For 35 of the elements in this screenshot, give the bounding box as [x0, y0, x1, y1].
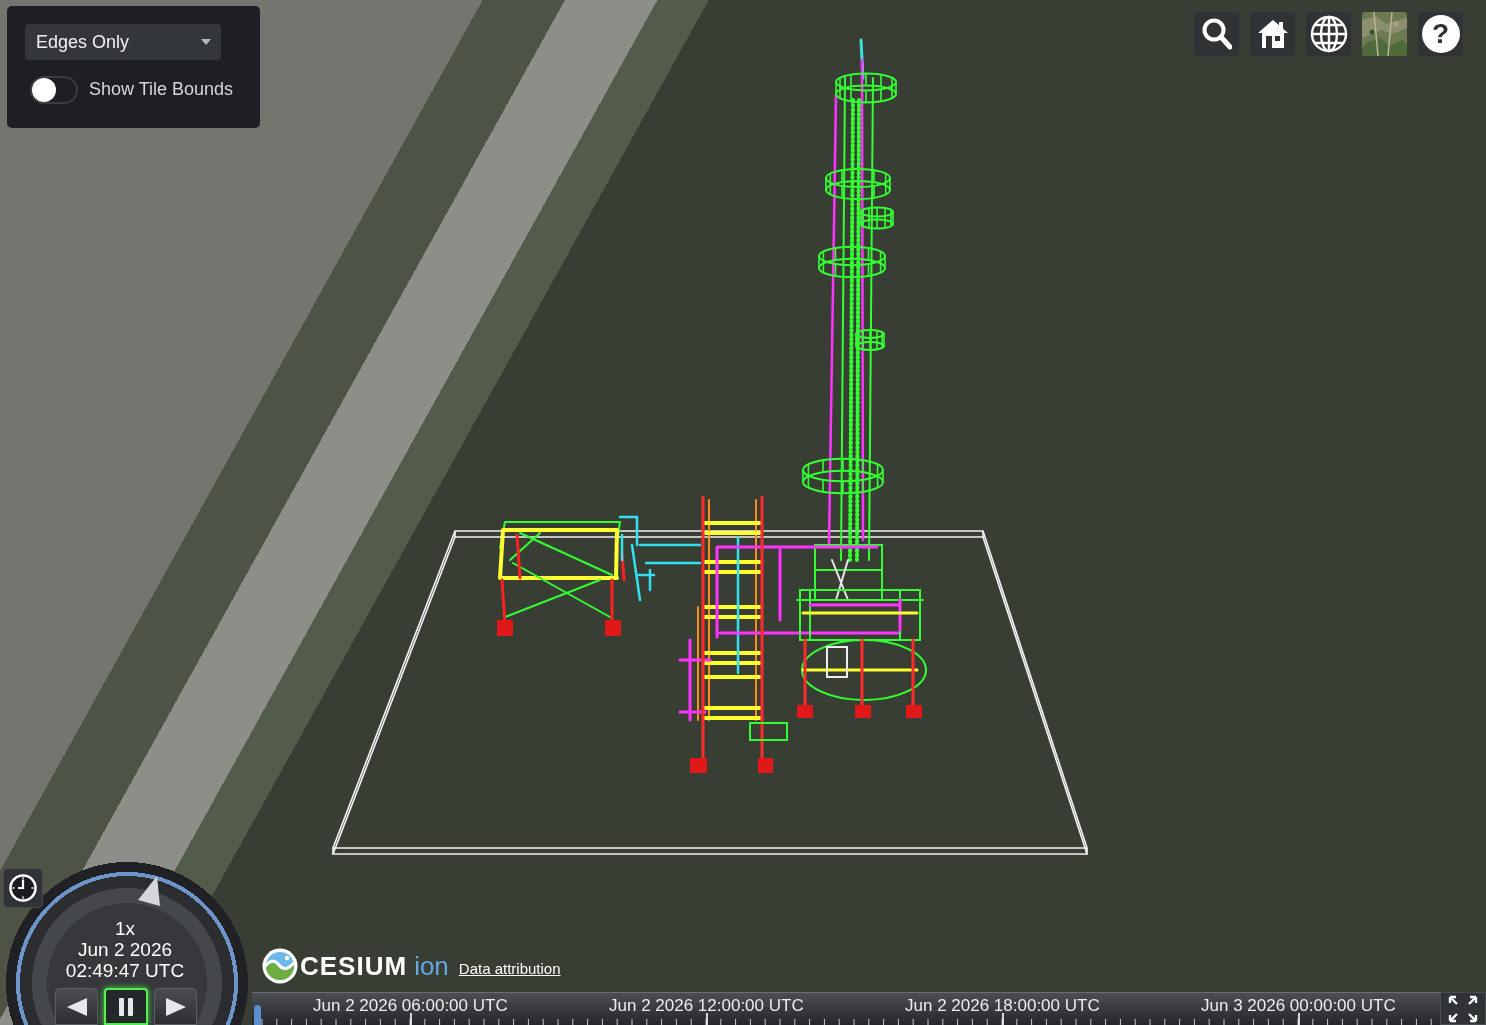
reverse-play-icon: [65, 996, 88, 1017]
logo-text: CESIUM: [300, 951, 408, 981]
logo-icon: [262, 948, 298, 984]
data-attribution-link[interactable]: Data attribution: [458, 960, 561, 978]
logo-suffix-text: ion: [414, 951, 449, 981]
play-icon: [164, 996, 187, 1017]
search-button[interactable]: [1194, 12, 1239, 56]
timeline-label: Jun 2 2026 18:00:00 UTC: [905, 997, 1100, 1015]
fullscreen-icon: [1448, 994, 1478, 1023]
speed-label: 1x: [114, 918, 136, 939]
clock-icon: [9, 874, 37, 902]
reverse-button[interactable]: [55, 988, 98, 1025]
globe-icon: [1309, 15, 1348, 53]
timeline-bar[interactable]: Jun 2 2026 06:00:00 UTC Jun 2 2026 12:00:00 UTC Jun 2 2026 18:00:00 UTC Jun 3 2026 00:00:00 UTC: [252, 992, 1440, 1025]
fullscreen-button[interactable]: [1440, 992, 1486, 1025]
caret-icon: [201, 39, 211, 45]
toggle-label: Show Tile Bounds: [89, 78, 234, 100]
play-button[interactable]: [154, 988, 197, 1025]
tile-bounds-toggle[interactable]: [30, 76, 78, 104]
pause-button[interactable]: [104, 988, 148, 1025]
timeline-label: Jun 3 2026 00:00:00 UTC: [1201, 997, 1396, 1015]
home-button[interactable]: [1250, 12, 1295, 56]
date-label: Jun 2 2026: [78, 939, 172, 960]
globe-button[interactable]: [1306, 12, 1351, 56]
clock-button[interactable]: [3, 868, 43, 908]
timeline-label: Jun 2 2026 06:00:00 UTC: [313, 997, 508, 1015]
style-dropdown[interactable]: Edges Only: [25, 24, 221, 60]
map-layer-button[interactable]: [1362, 12, 1407, 56]
timeline-label: Jun 2 2026 12:00:00 UTC: [609, 997, 804, 1015]
time-label: 02:49:47 UTC: [65, 960, 185, 981]
help-button[interactable]: ?: [1418, 12, 1463, 56]
shuttle-handle[interactable]: [138, 876, 160, 906]
satellite-map-icon: [1362, 12, 1407, 56]
home-icon: [1256, 19, 1289, 49]
search-icon: [1201, 18, 1232, 50]
